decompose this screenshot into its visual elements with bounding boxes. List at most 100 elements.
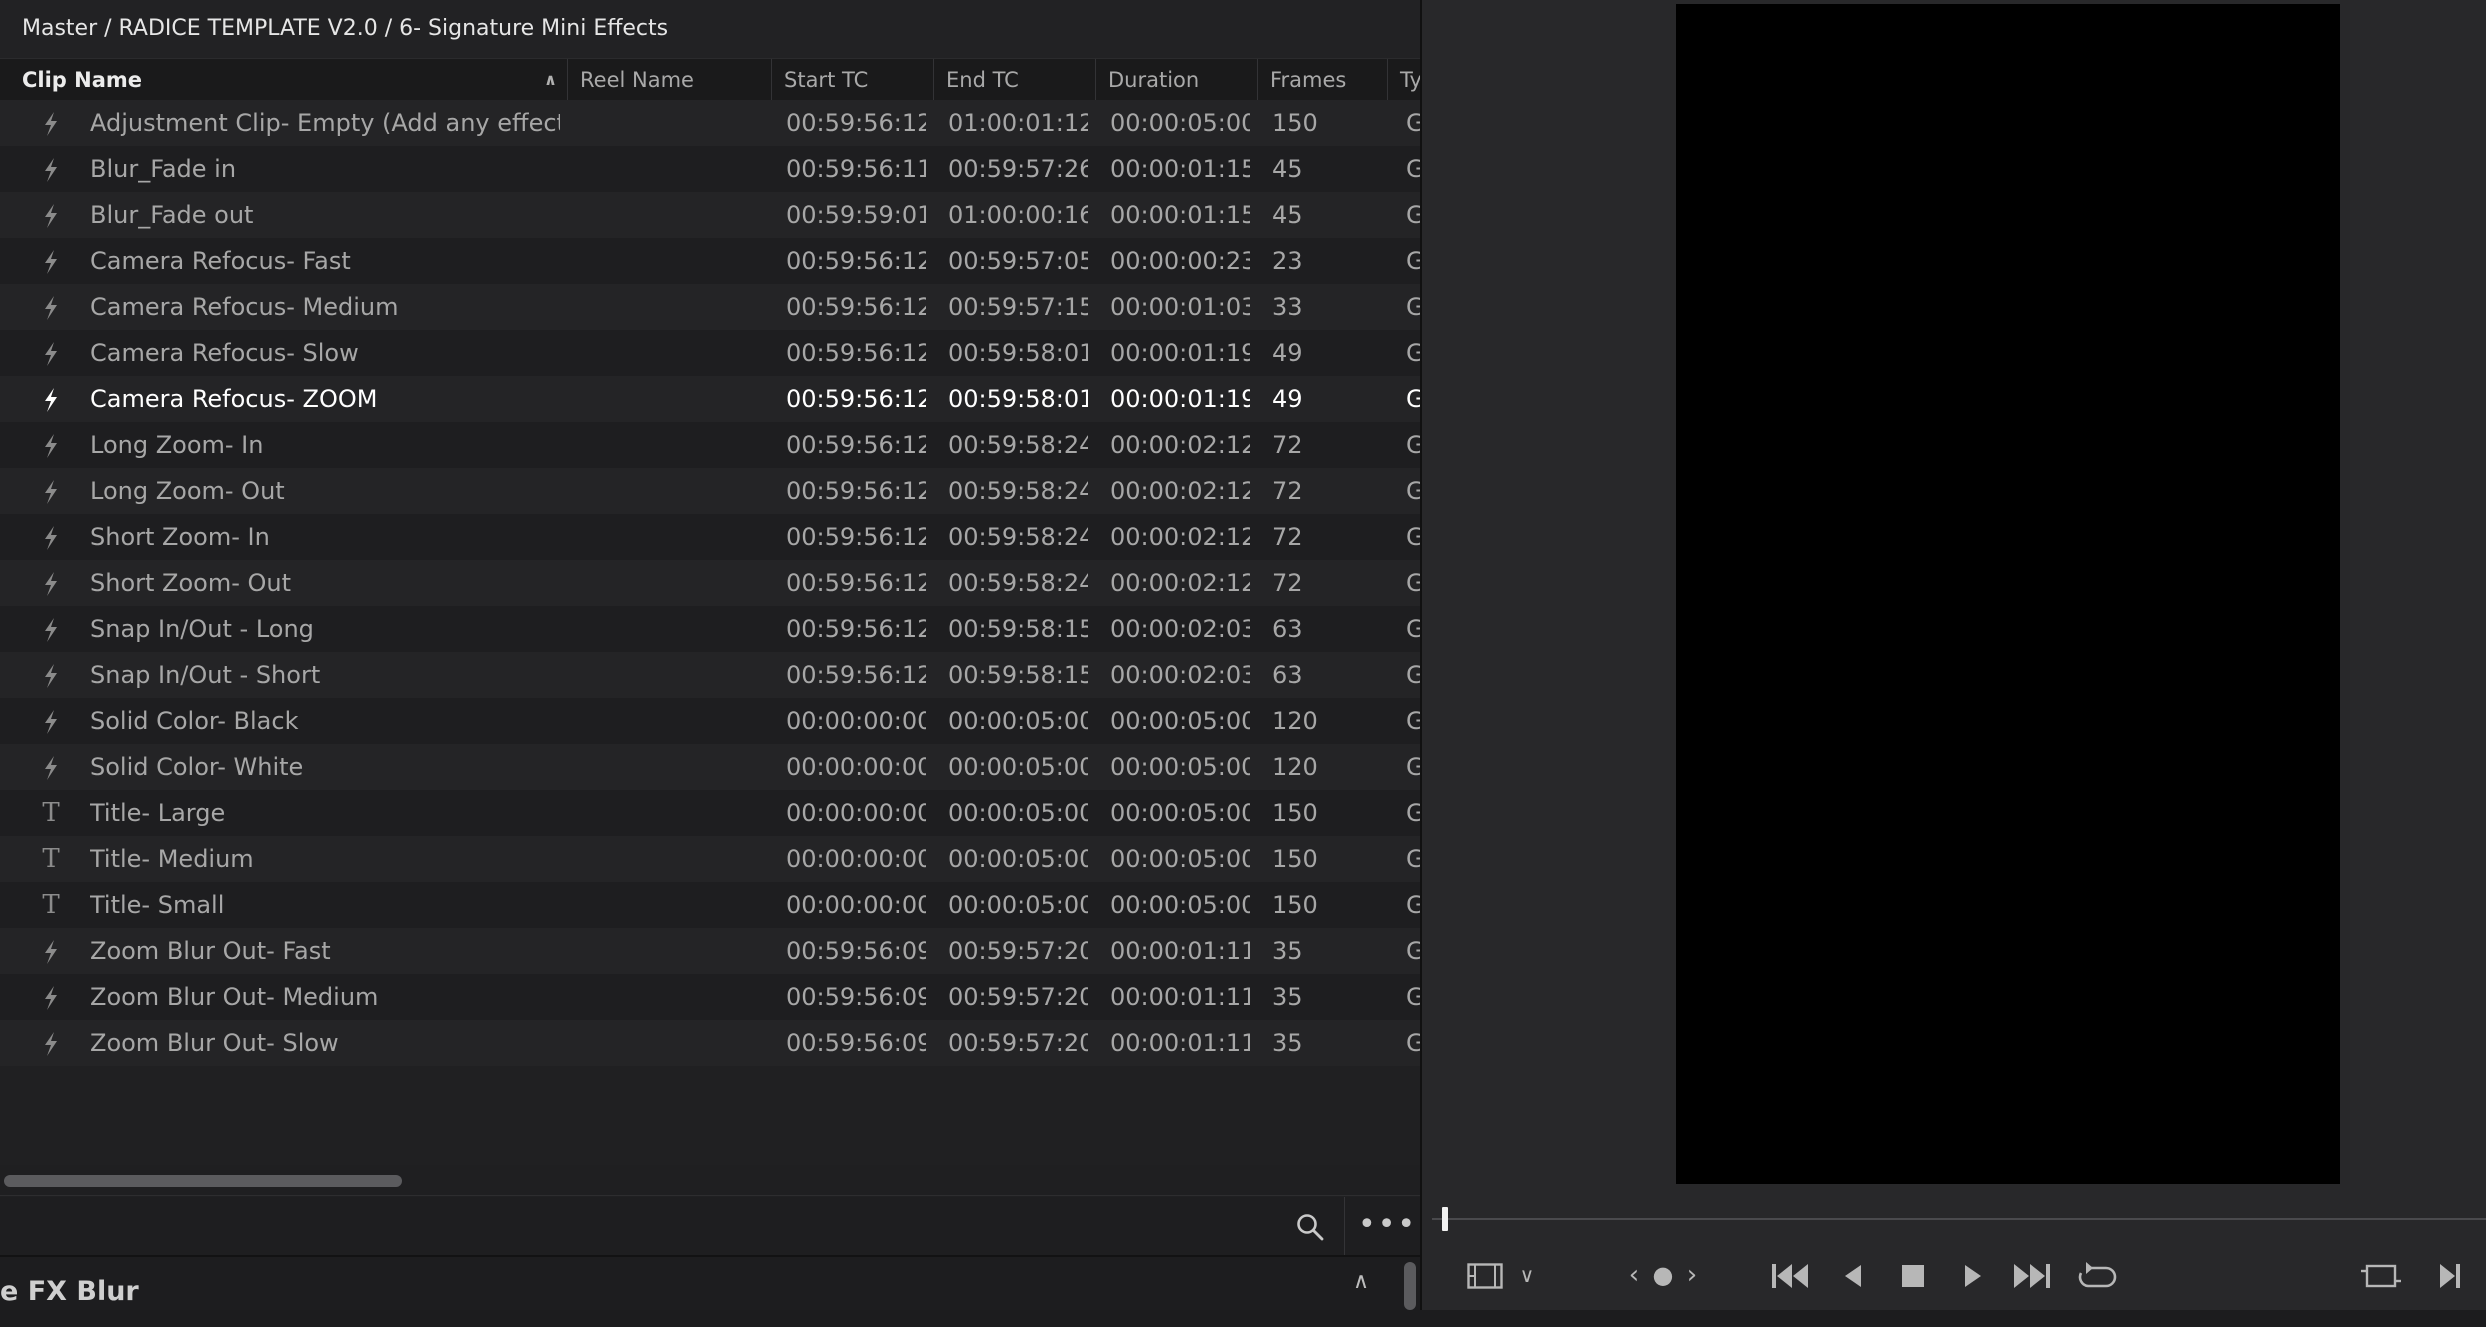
table-row[interactable]: Snap In/Out - Short 00:59:56:12 00:59:58:1… [0,652,1420,698]
table-row[interactable]: Long Zoom- In 00:59:56:12 00:59:58:24 00:00… [0,422,1420,468]
cell-duration: 00:00:05:00 [1110,753,1250,781]
cell-clip-name: Zoom Blur Out- Medium [90,983,379,1011]
cell-type: G [1406,615,1420,643]
cell-end-tc: 00:59:57:26 [948,155,1088,183]
cell-duration: 00:00:05:00 [1110,707,1250,735]
cell-clip-name: Short Zoom- Out [90,569,292,597]
skip-to-start-icon[interactable] [1766,1252,1816,1298]
table-row[interactable]: Snap In/Out - Long 00:59:56:12 00:59:58:15… [0,606,1420,652]
cell-end-tc: 00:00:05:00 [948,891,1088,919]
search-icon[interactable] [1288,1205,1332,1249]
cell-duration: 00:00:02:12 [1110,569,1250,597]
cell-end-tc: 00:59:57:05 [948,247,1088,275]
cell-start-tc: 00:59:56:11 [786,155,926,183]
horizontal-scrollbar-thumb[interactable] [4,1175,402,1187]
cell-duration: 00:00:01:15 [1110,155,1250,183]
cell-start-tc: 00:00:00:00 [786,891,926,919]
table-row[interactable]: Adjustment Clip- Empty (Add any effect) 0… [0,100,1420,146]
cell-duration: 00:00:00:23 [1110,247,1250,275]
stop-icon[interactable] [1896,1252,1930,1298]
match-frame-icon[interactable] [2356,1252,2406,1298]
cell-clip-name: Long Zoom- Out [90,477,285,505]
cell-duration: 00:00:01:11 [1110,1029,1250,1057]
cell-clip-name: Long Zoom- In [90,431,264,459]
clip-view-icon[interactable] [1462,1252,1508,1298]
column-header-end-tc[interactable]: End TC [934,59,1096,101]
table-row[interactable]: Camera Refocus- Fast 00:59:56:12 00:59:57:… [0,238,1420,284]
next-frame-icon[interactable] [2430,1252,2470,1298]
cell-frames: 35 [1272,937,1303,965]
table-row[interactable]: T Title- Medium 00:00:00:00 00:00:05:00 00:0… [0,836,1420,882]
column-header-frames[interactable]: Frames [1258,59,1388,101]
table-row[interactable]: Zoom Blur Out- Fast 00:59:56:09 00:59:57:2… [0,928,1420,974]
table-row[interactable]: Short Zoom- Out 00:59:56:12 00:59:58:24 00:… [0,560,1420,606]
table-row[interactable]: Camera Refocus- ZOOM 00:59:56:12 00:59:58:… [0,376,1420,422]
breadcrumb[interactable]: Master / RADICE TEMPLATE V2.0 / 6- Signa… [0,0,1420,58]
play-reverse-icon[interactable] [1836,1252,1870,1298]
table-row[interactable]: Short Zoom- In 00:59:56:12 00:59:58:24 00:0… [0,514,1420,560]
cell-type: G [1406,1029,1420,1057]
play-icon[interactable] [1956,1252,1990,1298]
cell-duration: 00:00:05:00 [1110,109,1250,137]
cell-end-tc: 01:00:00:16 [948,201,1088,229]
cell-end-tc: 00:59:58:24 [948,477,1088,505]
cell-duration: 00:00:05:00 [1110,799,1250,827]
video-preview[interactable] [1676,4,2340,1184]
clip-list: Adjustment Clip- Empty (Add any effect) 0… [0,100,1420,1165]
table-row[interactable]: Solid Color- White 00:00:00:00 00:00:05:00… [0,744,1420,790]
cell-clip-name: Camera Refocus- Medium [90,293,399,321]
column-header-start-tc[interactable]: Start TC [772,59,934,101]
title-t-icon: T [42,844,60,874]
cell-type: G [1406,155,1420,183]
cell-clip-name: Snap In/Out - Long [90,615,314,643]
lightning-icon [36,928,66,974]
cell-end-tc: 00:00:05:00 [948,707,1088,735]
previous-mark-icon[interactable]: ‹ [1622,1252,1646,1298]
table-row[interactable]: Zoom Blur Out- Medium 00:59:56:09 00:59:57… [0,974,1420,1020]
chevron-up-icon[interactable]: ∧ [1353,1269,1369,1294]
column-header-type[interactable]: Ty [1388,59,1420,101]
horizontal-scrollbar[interactable] [0,1165,1420,1196]
table-row[interactable]: Solid Color- Black 00:00:00:00 00:00:05:00… [0,698,1420,744]
column-header-duration[interactable]: Duration [1096,59,1258,101]
cell-type: G [1406,937,1420,965]
lightning-icon [36,744,66,790]
loop-icon[interactable] [2072,1252,2122,1298]
table-row[interactable]: T Title- Large 00:00:00:00 00:00:05:00 00:00… [0,790,1420,836]
cell-type: G [1406,891,1420,919]
vertical-scrollbar-thumb[interactable] [1404,1262,1416,1310]
table-row[interactable]: Zoom Blur Out- Slow 00:59:56:09 00:59:57:2… [0,1020,1420,1066]
column-header-reel-name[interactable]: Reel Name [568,59,772,101]
cell-start-tc: 00:59:56:12 [786,477,926,505]
cell-frames: 49 [1272,385,1303,413]
cell-clip-name: Solid Color- White [90,753,304,781]
cell-frames: 35 [1272,983,1303,1011]
cell-frames: 72 [1272,431,1303,459]
viewer-scrubber[interactable] [1432,1204,2486,1234]
cell-start-tc: 00:59:56:09 [786,983,926,1011]
next-mark-icon[interactable]: › [1680,1252,1704,1298]
cell-type: G [1406,339,1420,367]
mark-dot-icon[interactable]: ● [1648,1252,1678,1298]
table-row[interactable]: Camera Refocus- Medium 00:59:56:12 00:59:5… [0,284,1420,330]
cell-start-tc: 00:59:56:09 [786,937,926,965]
table-row[interactable]: Blur_Fade out 00:59:59:01 01:00:00:16 00:00… [0,192,1420,238]
cell-frames: 120 [1272,707,1318,735]
table-row[interactable]: Long Zoom- Out 00:59:56:12 00:59:58:24 00:0… [0,468,1420,514]
cell-end-tc: 00:59:58:15 [948,661,1088,689]
cell-frames: 150 [1272,845,1318,873]
cell-start-tc: 00:00:00:00 [786,707,926,735]
table-row[interactable]: Camera Refocus- Slow 00:59:56:12 00:59:58:… [0,330,1420,376]
chevron-down-icon[interactable]: ∨ [1514,1252,1540,1298]
playhead[interactable] [1442,1207,1448,1231]
table-row[interactable]: Blur_Fade in 00:59:56:11 00:59:57:26 00:00:… [0,146,1420,192]
cell-clip-name: Zoom Blur Out- Slow [90,1029,339,1057]
cell-duration: 00:00:01:19 [1110,339,1250,367]
skip-to-end-icon[interactable] [2006,1252,2056,1298]
lightning-icon [36,284,66,330]
table-row[interactable]: T Title- Small 00:00:00:00 00:00:05:00 00:00… [0,882,1420,928]
sort-ascending-icon[interactable]: ∧ [544,59,557,101]
cell-start-tc: 00:59:56:12 [786,339,926,367]
column-header-clip-name[interactable]: Clip Name ∧ [0,59,568,101]
more-options-icon[interactable]: ••• [1358,1205,1415,1249]
